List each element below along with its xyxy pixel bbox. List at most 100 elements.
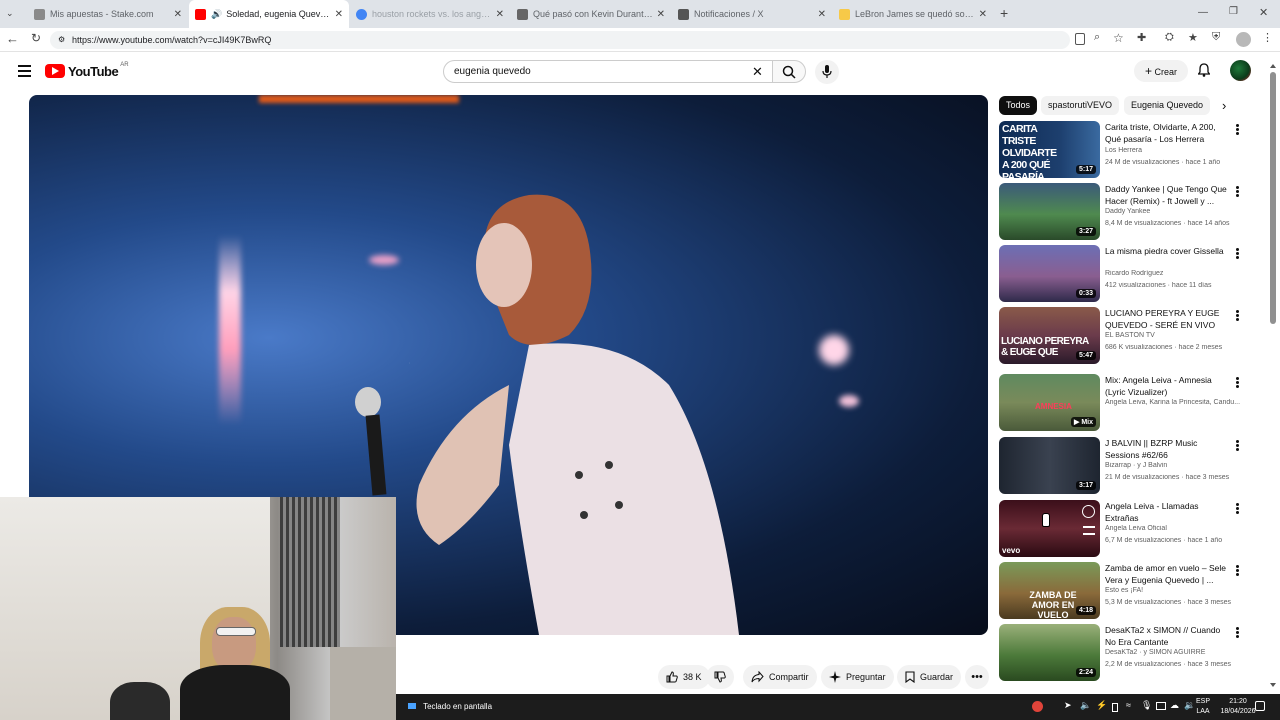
save-button[interactable]: Guardar <box>897 665 962 689</box>
tray-wifi-icon[interactable]: ≈ <box>1126 700 1131 710</box>
notifications-bell-icon[interactable] <box>1197 63 1211 77</box>
tray-cloud-icon[interactable]: ☁ <box>1170 700 1179 711</box>
clear-search-icon[interactable]: ✕ <box>752 61 763 82</box>
video-options-icon[interactable] <box>1234 310 1240 322</box>
notification-center-icon[interactable] <box>1255 701 1265 711</box>
new-tab-plus-icon[interactable]: + <box>1000 5 1008 21</box>
extension-icon[interactable] <box>1075 33 1085 45</box>
scroll-down-arrow-icon[interactable] <box>1270 683 1276 687</box>
page-scrollbar[interactable] <box>1270 64 1276 689</box>
video-options-icon[interactable] <box>1234 248 1240 260</box>
video-options-icon[interactable] <box>1234 377 1240 389</box>
hamburger-menu-icon[interactable] <box>18 65 31 77</box>
chip-spastorutivevo[interactable]: spastorutiVEVO <box>1041 96 1120 115</box>
back-arrow-icon[interactable]: ← <box>6 31 19 46</box>
tab-google-search[interactable]: houston rockets vs. los angeles lak ✕ <box>350 0 510 28</box>
close-tab-icon[interactable]: ✕ <box>818 9 826 20</box>
video-title[interactable]: J BALVIN || BZRP Music Sessions #62/66 <box>1105 437 1233 461</box>
favorites-icon[interactable]: ★ <box>1188 31 1198 44</box>
tray-mic-icon[interactable]: 🎙 <box>1141 700 1152 711</box>
address-bar[interactable]: ⚙ https://www.youtube.com/watch?v=cJI49K… <box>50 31 1070 49</box>
youtube-logo[interactable]: YouTube AR <box>45 62 129 79</box>
channel-name[interactable]: Daddy Yankee <box>1105 208 1245 215</box>
video-title[interactable]: DesaKTa2 x SIMON // Cuando No Era Cantan… <box>1105 624 1233 648</box>
channel-name[interactable]: Los Herrera <box>1105 147 1245 154</box>
video-title[interactable]: Angela Leiva - Llamadas Extrañas <box>1105 500 1233 524</box>
dislike-button[interactable] <box>706 665 734 689</box>
video-thumbnail[interactable]: 0:33 <box>999 245 1100 302</box>
tab-kevin-durant[interactable]: Qué pasó con Kevin Durant: baja ✕ <box>511 0 671 28</box>
recommendation-item[interactable]: CARITA TRISTE OLVIDARTE A 200 QUÉ PASARÍ… <box>999 121 1249 178</box>
extension-2-icon[interactable]: ⛭ <box>1165 31 1174 44</box>
close-window-icon[interactable]: ✕ <box>1259 6 1268 19</box>
channel-name[interactable]: DesaKTa2 · y SIMON AGUIRRE <box>1105 649 1245 656</box>
speaker-icon[interactable]: 🔊 <box>211 9 222 20</box>
channel-name[interactable]: Angela Leiva Oficial <box>1105 525 1245 532</box>
tab-lebron[interactable]: LeBron James se quedó solo para ✕ <box>833 0 993 28</box>
scrollbar-thumb[interactable] <box>1270 72 1276 324</box>
voice-search-button[interactable] <box>815 60 839 84</box>
site-info-icon[interactable]: ⚙ <box>58 31 65 49</box>
tray-display-icon[interactable] <box>1156 702 1166 710</box>
scroll-up-arrow-icon[interactable] <box>1270 64 1276 68</box>
video-options-icon[interactable] <box>1234 627 1240 639</box>
shield-icon[interactable]: ⛨ <box>1212 31 1220 44</box>
chip-all[interactable]: Todos <box>999 96 1038 115</box>
channel-name[interactable]: Bizarrap · y J Balvin <box>1105 462 1245 469</box>
recommendation-item[interactable]: AMNESIA ▶︎ Mix Mix: Angela Leiva - Amnes… <box>999 374 1249 431</box>
channel-name[interactable]: Esto es ¡FA! <box>1105 587 1245 594</box>
video-title[interactable]: Mix: Angela Leiva - Amnesia (Lyric Vizua… <box>1105 374 1233 398</box>
video-thumbnail[interactable]: ZAMBA DE AMOR EN VUELO 4:18 <box>999 562 1100 619</box>
tray-speaker-icon[interactable]: 🔈 <box>1080 700 1091 711</box>
tray-send-icon[interactable]: ➤ <box>1064 700 1072 711</box>
reload-icon[interactable]: ↻ <box>31 31 41 45</box>
close-tab-icon[interactable]: ✕ <box>657 9 665 20</box>
account-avatar[interactable] <box>1230 60 1251 81</box>
puzzle-icon[interactable]: ✚ <box>1137 31 1146 44</box>
video-thumbnail[interactable]: 3:27 <box>999 183 1100 240</box>
tab-search-chevron-icon[interactable]: ⌄ <box>6 8 20 20</box>
video-title[interactable]: LUCIANO PEREYRA Y EUGE QUEVEDO - SERÉ EN… <box>1105 307 1233 331</box>
tray-app-icon[interactable] <box>1032 701 1043 712</box>
minimize-window-icon[interactable]: — <box>1198 7 1208 18</box>
ask-ai-button[interactable]: Preguntar <box>821 665 894 689</box>
zoom-icon[interactable]: ⌕ <box>1094 31 1100 44</box>
bookmark-star-icon[interactable]: ☆ <box>1113 31 1124 45</box>
video-thumbnail[interactable]: 2:24 <box>999 624 1100 681</box>
tray-battery-icon[interactable] <box>1112 703 1118 712</box>
video-thumbnail[interactable]: 3:17 <box>999 437 1100 494</box>
language-indicator[interactable]: ESP LAA <box>1191 697 1215 717</box>
video-options-icon[interactable] <box>1234 503 1240 515</box>
video-title[interactable]: Carita triste, Olvidarte, A 200, Qué pas… <box>1105 121 1233 145</box>
share-button[interactable]: Compartir <box>743 665 817 689</box>
video-title[interactable]: Zamba de amor en vuelo – Sele Vera y Eug… <box>1105 562 1233 586</box>
video-options-icon[interactable] <box>1234 124 1240 136</box>
close-tab-icon[interactable]: ✕ <box>335 9 343 20</box>
recommendation-item[interactable]: 0:33 La misma piedra cover Gissella Rica… <box>999 245 1249 302</box>
on-screen-keyboard-item[interactable]: Teclado en pantalla <box>396 694 492 720</box>
chip-eugenia-quevedo[interactable]: Eugenia Quevedo <box>1124 96 1211 115</box>
recommendation-item[interactable]: ZAMBA DE AMOR EN VUELO 4:18 Zamba de amo… <box>999 562 1249 619</box>
video-title[interactable]: La misma piedra cover Gissella <box>1105 245 1233 257</box>
video-thumbnail[interactable]: AMNESIA ▶︎ Mix <box>999 374 1100 431</box>
close-tab-icon[interactable]: ✕ <box>496 9 504 20</box>
watch-later-icon[interactable] <box>1082 505 1095 518</box>
add-to-queue-icon[interactable] <box>1083 526 1095 535</box>
recommendation-item[interactable]: 3:17 J BALVIN || BZRP Music Sessions #62… <box>999 437 1249 494</box>
video-thumbnail[interactable]: LUCIANO PEREYRA & EUGE QUE 5:47 <box>999 307 1100 364</box>
video-thumbnail[interactable]: vevo <box>999 500 1100 557</box>
recommendation-item[interactable]: LUCIANO PEREYRA & EUGE QUE 5:47 LUCIANO … <box>999 307 1249 364</box>
tab-youtube-active[interactable]: 🔊 Soledad, eugenia Quevedo - ✕ <box>189 0 349 28</box>
like-button[interactable]: 38 K <box>658 665 710 689</box>
chip-scroll-right-icon[interactable]: › <box>1222 98 1226 113</box>
tab-x-notifications[interactable]: Notificaciones / X ✕ <box>672 0 832 28</box>
channel-name[interactable]: Angela Leiva, Karina la Princesita, Cand… <box>1105 399 1245 406</box>
search-button[interactable] <box>772 60 806 83</box>
close-tab-icon[interactable]: ✕ <box>174 9 182 20</box>
more-actions-button[interactable]: ••• <box>965 665 989 689</box>
channel-name[interactable]: Ricardo Rodríguez <box>1105 270 1245 277</box>
channel-name[interactable]: EL BASTÓN TV <box>1105 332 1245 339</box>
profile-avatar-icon[interactable] <box>1236 32 1251 47</box>
recommendation-item[interactable]: 2:24 DesaKTa2 x SIMON // Cuando No Era C… <box>999 624 1249 681</box>
restore-window-icon[interactable]: ❐ <box>1229 6 1238 17</box>
